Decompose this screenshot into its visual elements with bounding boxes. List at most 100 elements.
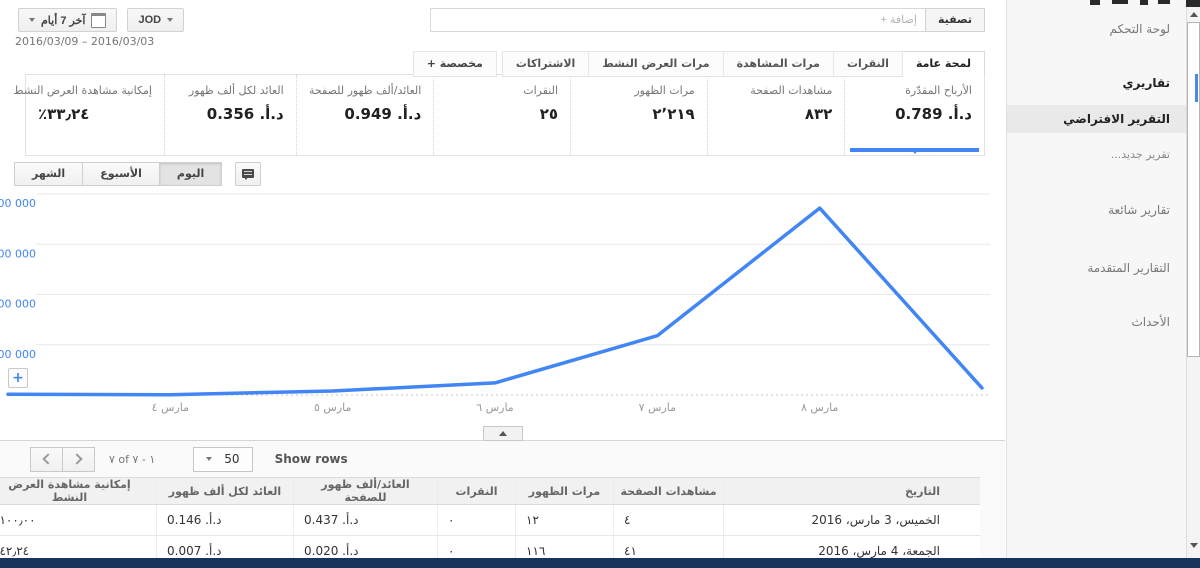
column-header-6[interactable]: إمكانية مشاهدة العرض النشط (0, 478, 157, 505)
table-row: الجمعة، 4 مارس، 2016٤١١١٦٠د.أ. 0.020د.أ.… (0, 536, 980, 559)
metric-label: النقرات (446, 84, 558, 97)
column-header-3[interactable]: النقرات (438, 478, 516, 505)
table-cell: د.أ. 0.437 (294, 505, 438, 536)
pagination-bar: ٧ of ٧ - ١ 50 Show rows (0, 441, 1005, 477)
y-axis-tick-label: 000 0,600.000 د.أ (0, 196, 36, 210)
chevron-left-icon (42, 453, 53, 464)
next-page-button[interactable] (62, 447, 95, 472)
clipped-chrome-fragment (1158, 0, 1170, 4)
sidebar-item-6[interactable]: الأحداث (1007, 310, 1186, 334)
sidebar-item-5[interactable]: التقارير المتقدمة (1007, 256, 1186, 280)
clipped-chrome-fragment (1112, 0, 1128, 4)
metric-value: د.أ. 0.356 (177, 105, 284, 123)
clipped-chrome-fragment (1186, 0, 1200, 7)
table-body: الخميس، 3 مارس، 2016٤١٢٠د.أ. 0.437د.أ. 0… (0, 505, 980, 559)
triangle-up-icon (499, 427, 507, 436)
column-header-4[interactable]: العائد/ألف ظهور للصفحة (294, 478, 438, 505)
page-scrollbar[interactable] (1186, 0, 1200, 558)
sidebar-item-2[interactable]: التقرير الافتراضي (1007, 105, 1186, 133)
metric-cards: الأرباح المقدّرةد.أ. 0.789مشاهدات الصفحة… (25, 74, 985, 156)
table-row: الخميس، 3 مارس، 2016٤١٢٠د.أ. 0.437د.أ. 0… (0, 505, 980, 536)
tab-2[interactable]: مرات المشاهدة (723, 51, 834, 77)
comment-annotation-button[interactable] (235, 162, 261, 186)
show-rows-label: Show rows (275, 452, 348, 466)
earnings-line (8, 208, 982, 395)
table-cell: ٤ (614, 505, 724, 536)
x-axis-tick-label: مارس ٧ (639, 401, 677, 414)
filter-group: تصفية (430, 8, 985, 32)
metric-label: العائد/ألف ظهور للصفحة (309, 84, 422, 97)
filter-button[interactable]: تصفية (925, 8, 985, 32)
rows-per-page-select[interactable]: 50 (193, 447, 252, 472)
calendar-icon (91, 13, 106, 28)
table-cell: ٪٤٢٫٢٤ (0, 536, 157, 559)
range-button-2[interactable]: اليوم (159, 162, 222, 186)
scroll-down-arrow-icon[interactable] (1190, 543, 1198, 552)
rows-per-page-value: 50 (224, 452, 239, 466)
table-cell: د.أ. 0.007 (157, 536, 294, 559)
sidebar-item-1[interactable]: تقاريري (1007, 71, 1186, 95)
metric-label: العائد لكل ألف ظهور (177, 84, 284, 97)
table-section: ٧ of ٧ - ١ 50 Show rows التاريخمشاهدات ا… (0, 440, 1005, 558)
toolbar: تصفية JOD آخر 7 أيام (0, 8, 1005, 32)
caret-down-icon (29, 18, 35, 25)
metric-label: مشاهدات الصفحة (720, 84, 833, 97)
scroll-up-arrow-icon[interactable] (1190, 8, 1198, 17)
column-header-1[interactable]: مشاهدات الصفحة (614, 478, 724, 505)
x-axis-tick-label: مارس ٦ (476, 401, 514, 414)
y-axis-tick-label: 000 0,150.000 د.أ (0, 347, 36, 361)
metric-label: مرات الظهور (583, 84, 695, 97)
speech-bubble-icon (242, 169, 254, 178)
metric-card-5[interactable]: العائد لكل ألف ظهور د.أ. 0.356 (164, 75, 296, 155)
chart-zoom-out-button[interactable]: + (8, 368, 28, 388)
y-axis-tick-label: 000 0,300.000 د.أ (0, 297, 36, 311)
tab-3[interactable]: مرات العرض النشط (588, 51, 723, 77)
prev-page-button[interactable] (30, 447, 63, 472)
table-cell: ٠ (438, 505, 516, 536)
table-cell: د.أ. 0.146 (157, 505, 294, 536)
report-table: التاريخمشاهدات الصفحةمرات الظهورالنقراتا… (0, 477, 980, 558)
date-range-label: آخر 7 أيام (41, 14, 85, 27)
metric-card-6[interactable]: إمكانية مشاهدة العرض النشط٪٣٣٫٢٤ (26, 75, 164, 155)
sidebar-item-0[interactable]: لوحة التحكم (1007, 17, 1186, 41)
metric-card-2[interactable]: مرات الظهور٢٬٢١٩ (570, 75, 707, 155)
scrollbar-blue-marker (1195, 74, 1198, 102)
tabs-bar: لمحة عامةالنقراتمرات المشاهدةمرات العرض … (0, 51, 985, 75)
column-header-5[interactable]: العائد لكل ألف ظهور (157, 478, 294, 505)
filter-input[interactable] (430, 8, 925, 32)
column-header-2[interactable]: مرات الظهور (516, 478, 614, 505)
metric-value: ٨٣٢ (720, 105, 833, 123)
x-axis-tick-label: مارس ٤ (152, 401, 190, 414)
x-axis-tick-label: مارس ٨ (801, 401, 839, 414)
sidebar-item-4[interactable]: تقارير شائعة (1007, 198, 1186, 222)
date-range-button[interactable]: آخر 7 أيام (18, 8, 117, 32)
tab-5[interactable]: مخصصة + (413, 51, 497, 77)
y-axis-tick-label: 000 0,450.000 د.أ (0, 246, 36, 260)
chevron-right-icon (71, 453, 82, 464)
metric-value: ٢٥ (446, 105, 558, 123)
currency-select-button[interactable]: JOD (127, 8, 184, 32)
caret-down-icon (206, 457, 212, 464)
tab-1[interactable]: النقرات (833, 51, 903, 77)
range-button-0[interactable]: الشهر (14, 162, 83, 186)
column-header-0[interactable]: التاريخ (724, 478, 981, 505)
collapse-table-button[interactable] (483, 426, 523, 441)
tab-0[interactable]: لمحة عامة (902, 51, 985, 77)
clipped-chrome-fragment (1090, 0, 1100, 5)
clipped-chrome-fragment (1140, 0, 1148, 5)
metric-value: د.أ. 0.789 (857, 105, 972, 123)
tab-4[interactable]: الاشتراكات (502, 51, 589, 77)
windows-taskbar[interactable] (0, 558, 1200, 568)
currency-label: JOD (138, 14, 161, 26)
sidebar-item-3[interactable]: تقرير جديد... (1007, 143, 1186, 166)
metric-card-0[interactable]: الأرباح المقدّرةد.أ. 0.789 (844, 75, 984, 155)
metric-card-1[interactable]: مشاهدات الصفحة ٨٣٢ (707, 75, 845, 155)
metric-card-3[interactable]: النقرات ٢٥ (433, 75, 570, 155)
table-cell: ٪١٠٠٫٠٠ (0, 505, 157, 536)
table-cell: ١١٦ (516, 536, 614, 559)
range-button-1[interactable]: الأسبوع (82, 162, 160, 186)
scrollbar-thumb[interactable] (1187, 22, 1200, 357)
metric-card-4[interactable]: العائد/ألف ظهور للصفحةد.أ. 0.949 (296, 75, 434, 155)
table-cell: الجمعة، 4 مارس، 2016 (724, 536, 981, 559)
table-cell: ٤١ (614, 536, 724, 559)
